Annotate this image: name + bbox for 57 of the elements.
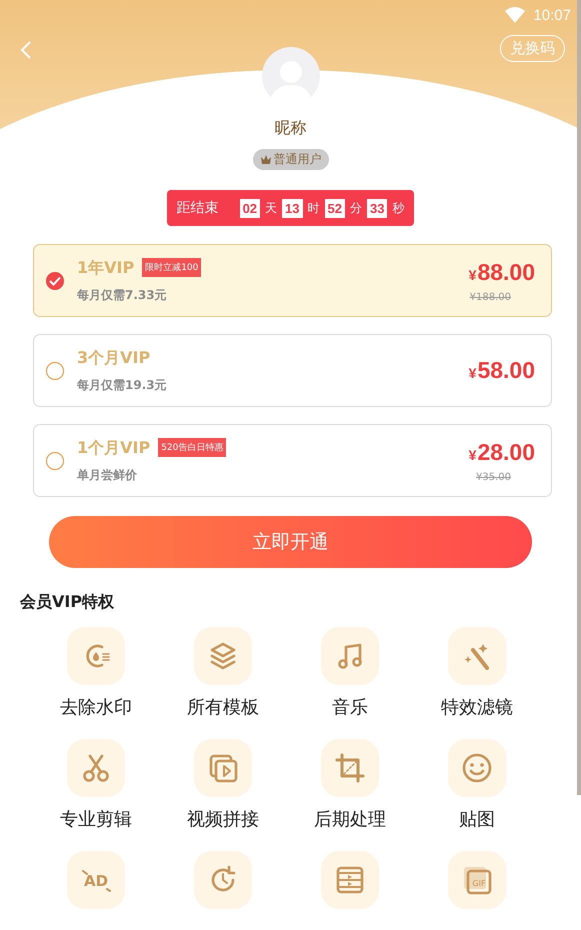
wifi-icon <box>505 7 526 23</box>
smiley-icon[interactable] <box>448 739 506 797</box>
clock-refresh-icon[interactable] <box>194 851 252 909</box>
plan-price: ¥88.00 <box>468 258 535 286</box>
plan-title: 3个月VIP <box>77 348 150 368</box>
ad-block-icon[interactable]: AD <box>67 851 125 909</box>
countdown-unit: 时 <box>308 200 320 216</box>
feature-label: 后期处理 <box>314 808 386 831</box>
feature-label: 去除水印 <box>60 696 132 719</box>
video-clips-icon[interactable] <box>194 739 252 797</box>
plan-title: 1年VIP <box>77 258 134 278</box>
crop-icon[interactable] <box>321 739 379 797</box>
countdown-number: 52 <box>324 198 345 218</box>
status-time: 10:07 <box>533 6 571 24</box>
radio-icon <box>46 452 64 470</box>
feature-label: 特效滤镜 <box>441 696 513 719</box>
feature-label: 所有模板 <box>187 696 259 719</box>
redeem-code-button[interactable]: 兑换码 <box>500 35 565 62</box>
countdown-label: 距结束 <box>176 199 219 217</box>
video-frames-icon[interactable] <box>321 851 379 909</box>
radio-icon <box>46 272 64 290</box>
magic-wand-icon[interactable] <box>448 627 506 685</box>
plan-option[interactable]: 1个月VIP 520告白日特惠 单月尝鲜价 ¥28.00 ¥35.00 <box>33 424 552 497</box>
countdown-unit: 天 <box>265 200 278 216</box>
crown-icon <box>260 154 272 165</box>
original-price: ¥35.00 <box>476 472 511 482</box>
countdown-unit: 秒 <box>392 200 404 216</box>
plan-title: 1个月VIP <box>77 438 150 458</box>
activate-button[interactable]: 立即开通 <box>49 516 532 568</box>
user-level-label: 普通用户 <box>274 151 322 168</box>
feature-label: 视频拼接 <box>187 808 259 831</box>
countdown-number: 33 <box>366 198 388 218</box>
gif-icon[interactable]: GIF <box>448 851 506 909</box>
countdown-unit: 分 <box>350 200 362 216</box>
scissors-icon[interactable] <box>67 739 125 797</box>
feature-label: 专业剪辑 <box>60 808 132 831</box>
radio-icon <box>46 362 64 380</box>
plan-price: ¥28.00 <box>468 438 535 466</box>
plan-option[interactable]: 1年VIP 限时立减100 每月仅需7.33元 ¥88.00 ¥188.00 <box>33 244 552 317</box>
promo-tag: 520告白日特惠 <box>158 438 226 456</box>
plan-description: 每月仅需7.33元 <box>77 286 168 304</box>
plan-description: 单月尝鲜价 <box>77 466 138 484</box>
plan-option[interactable]: 3个月VIP 每月仅需19.3元 ¥58.00 <box>33 334 552 407</box>
plan-description: 每月仅需19.3元 <box>77 376 168 394</box>
feature-label: 贴图 <box>459 808 495 831</box>
section-title: 会员VIP特权 <box>20 592 116 613</box>
feature-label: 音乐 <box>332 696 368 719</box>
back-icon <box>20 40 32 60</box>
layers-icon[interactable] <box>194 627 252 685</box>
original-price: ¥188.00 <box>470 292 511 302</box>
nickname: 昵称 <box>274 118 306 139</box>
countdown-number: 02 <box>240 198 260 218</box>
countdown-number: 13 <box>282 198 302 218</box>
plan-price: ¥58.00 <box>468 357 535 384</box>
droplet-icon[interactable] <box>67 627 125 685</box>
promo-tag: 限时立减100 <box>142 258 202 276</box>
music-note-icon[interactable] <box>321 627 379 685</box>
